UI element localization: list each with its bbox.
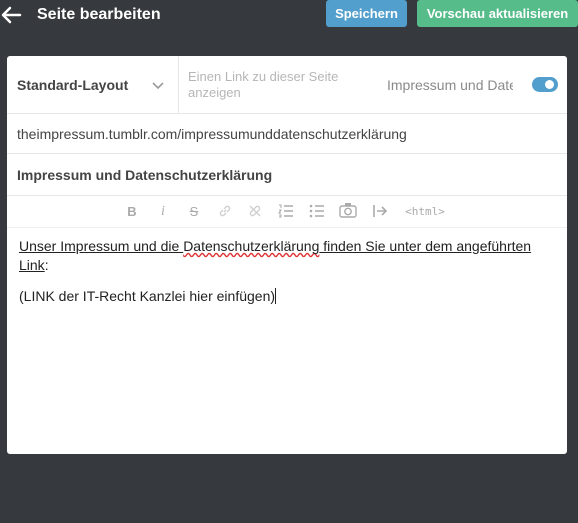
bold-icon[interactable]: B (126, 204, 138, 220)
toggle-knob (545, 80, 554, 89)
text-run-2: (LINK der IT-Recht Kanzlei hier einfügen… (19, 288, 276, 304)
title-row: Impressum und Datenschutzerklärung (7, 154, 567, 196)
page-url-field[interactable]: theimpressum.tumblr.com/impressumunddate… (17, 126, 407, 142)
editor-toolbar: B i S <html> (7, 196, 567, 228)
strikethrough-icon[interactable]: S (188, 204, 200, 220)
italic-icon[interactable]: i (158, 204, 168, 220)
ordered-list-icon[interactable] (278, 204, 294, 220)
nav-toggle[interactable] (532, 77, 558, 92)
arrow-left-icon[interactable] (0, 4, 22, 26)
camera-icon[interactable] (339, 202, 357, 218)
paragraph-1: Unser Impressum und die Datenschutzerklä… (19, 237, 549, 275)
nav-toggle-label: Impressum und Date (387, 77, 513, 93)
page-title-field[interactable]: Impressum und Datenschutzerklärung (17, 167, 272, 183)
text-editor[interactable]: Unser Impressum und die Datenschutzerklä… (19, 237, 549, 306)
indent-icon[interactable] (372, 204, 388, 220)
text-run-1d: Link (19, 257, 45, 273)
link-icon[interactable] (218, 204, 232, 220)
layout-select-label: Standard-Layout (17, 77, 129, 93)
text-run-1e: : (44, 257, 49, 273)
text-cursor (275, 288, 277, 304)
update-preview-button[interactable]: Vorschau aktualisieren (417, 0, 578, 27)
unlink-icon[interactable] (248, 204, 262, 220)
text-run-1c: finden Sie unter dem angeführten (319, 238, 532, 254)
html-icon[interactable]: <html> (403, 204, 447, 220)
save-button[interactable]: Speichern (326, 0, 407, 27)
text-run-1b: Datenschutzerklärung (183, 238, 320, 254)
layout-select[interactable]: Standard-Layout (7, 56, 179, 113)
chevron-down-icon (152, 78, 164, 90)
settings-row: Standard-Layout Einen Link zu dieser Sei… (7, 56, 567, 114)
link-input[interactable]: Einen Link zu dieser Seite anzeigen (188, 69, 368, 101)
paragraph-2: (LINK der IT-Recht Kanzlei hier einfügen… (19, 287, 549, 306)
top-bar: Seite bearbeiten Speichern Vorschau aktu… (0, 0, 578, 36)
text-run-1a: Unser Impressum und die (19, 238, 184, 254)
bullet-list-icon[interactable] (309, 204, 325, 220)
page-heading: Seite bearbeiten (37, 6, 161, 23)
url-row: theimpressum.tumblr.com/impressumunddate… (7, 114, 567, 154)
edit-panel: Standard-Layout Einen Link zu dieser Sei… (7, 56, 567, 454)
